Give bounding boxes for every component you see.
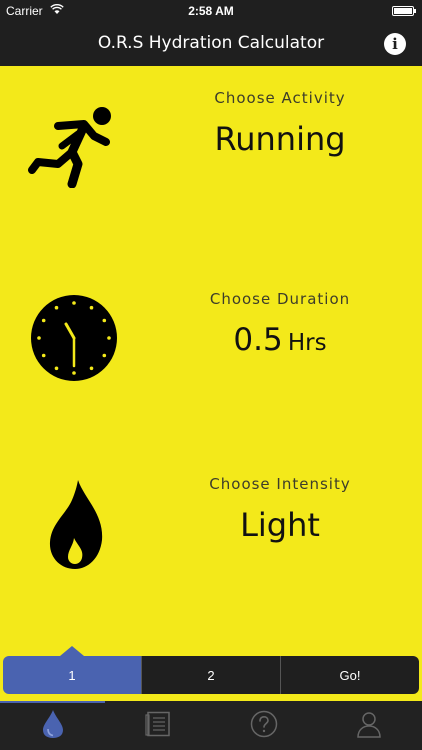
battery-icon: [392, 6, 416, 16]
profile-icon: [356, 710, 382, 742]
tab-calculator[interactable]: [0, 701, 106, 750]
step-segmented-control: 1 2 Go!: [3, 646, 419, 694]
duration-row[interactable]: Choose Duration 0.5 Hrs: [0, 266, 422, 456]
step-2-segment[interactable]: 2: [141, 656, 280, 694]
duration-number: 0.5: [233, 322, 283, 358]
intensity-row[interactable]: Choose Intensity Light: [0, 456, 422, 646]
go-segment[interactable]: Go!: [280, 656, 419, 694]
help-icon: [250, 710, 278, 742]
nav-bar: O.R.S Hydration Calculator i: [0, 22, 422, 66]
clock-icon: [30, 294, 118, 386]
duration-label: Choose Duration: [209, 290, 351, 308]
duration-value[interactable]: 0.5 Hrs: [180, 322, 380, 358]
active-tab-indicator: [0, 701, 105, 703]
tab-help[interactable]: [211, 701, 317, 750]
running-person-icon: [28, 106, 120, 192]
activity-row[interactable]: Choose Activity Running: [0, 66, 422, 266]
status-bar: Carrier 2:58 AM: [0, 0, 422, 22]
activity-value[interactable]: Running: [180, 120, 380, 158]
list-icon: [145, 711, 171, 741]
tab-log[interactable]: [106, 701, 212, 750]
intensity-value[interactable]: Light: [180, 506, 380, 544]
status-time: 2:58 AM: [188, 4, 234, 18]
intensity-label: Choose Intensity: [209, 475, 351, 493]
tab-profile[interactable]: [317, 701, 422, 750]
page-title: O.R.S Hydration Calculator: [97, 33, 325, 53]
activity-label: Choose Activity: [214, 89, 346, 107]
duration-unit: Hrs: [287, 330, 327, 356]
info-icon[interactable]: i: [384, 33, 406, 55]
step-1-segment[interactable]: 1: [3, 646, 141, 694]
water-drop-icon: [42, 709, 64, 743]
flame-icon: [48, 480, 104, 574]
tab-bar: [0, 701, 422, 750]
